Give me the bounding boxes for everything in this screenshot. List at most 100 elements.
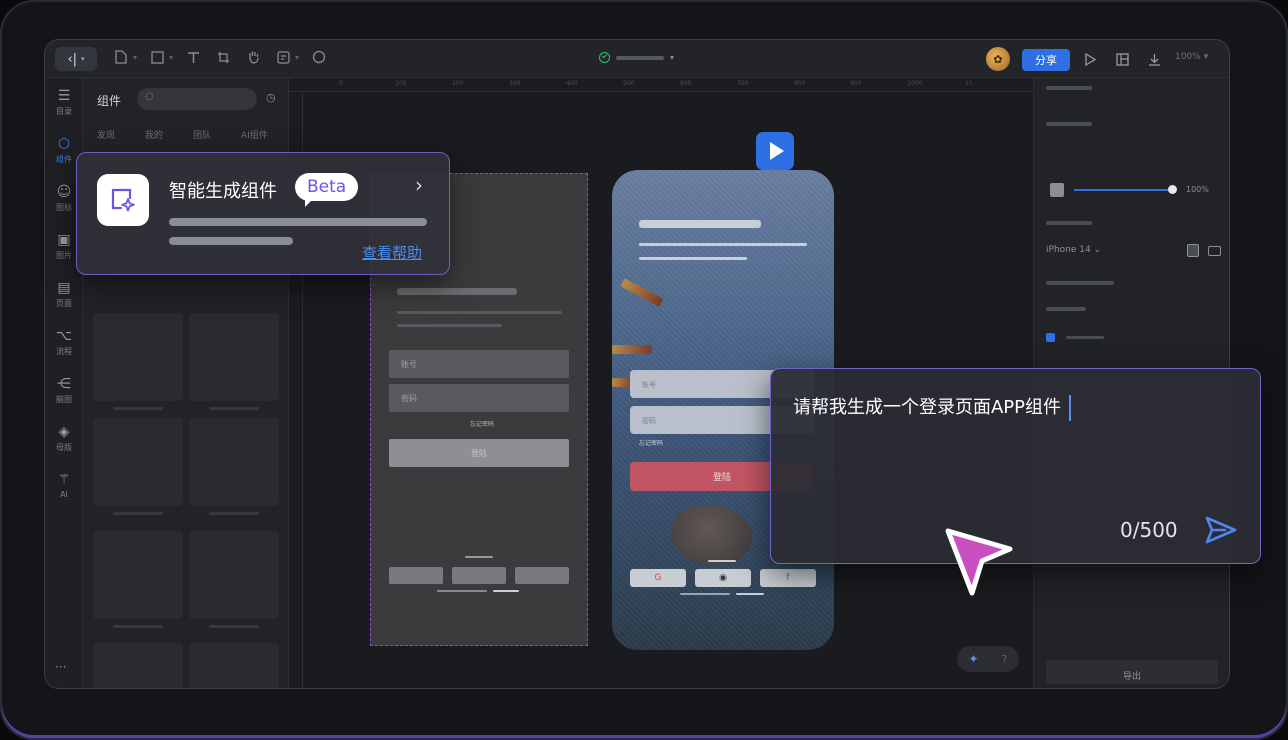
rail-label: 脑图 xyxy=(56,395,72,404)
rail-item-pages[interactable]: ▤ 页面 xyxy=(45,280,83,309)
master-icon: ◈ xyxy=(58,424,70,440)
document-name-placeholder xyxy=(616,55,664,60)
component-tool-icon[interactable] xyxy=(273,47,293,67)
rail-item-master[interactable]: ◈ 母版 xyxy=(45,424,83,453)
help-icon: ? xyxy=(1001,652,1008,666)
phone-bottom-line xyxy=(680,593,730,595)
share-button[interactable]: 分享 xyxy=(1022,49,1070,71)
component-tile[interactable] xyxy=(189,313,279,401)
component-caption xyxy=(209,512,259,515)
rail-label: AI xyxy=(60,490,68,499)
ruler-tick: 700 xyxy=(737,80,749,87)
send-button[interactable] xyxy=(1203,513,1239,547)
rail-label: 母版 xyxy=(56,443,72,452)
hand-tool-icon[interactable] xyxy=(243,47,263,67)
tab-mine[interactable]: 我的 xyxy=(145,128,193,141)
avatar[interactable]: ✿ xyxy=(986,47,1010,71)
chevron-right-icon[interactable]: › xyxy=(415,173,423,197)
wireframe-text-line xyxy=(397,311,562,314)
prompt-input[interactable]: 请帮我生成一个登录页面APP组件 xyxy=(793,393,1072,421)
comment-icon[interactable] xyxy=(309,47,329,67)
tab-team[interactable]: 团队 xyxy=(193,128,241,141)
beta-badge: Beta xyxy=(295,173,359,207)
ruler-tick: 300 xyxy=(509,80,521,87)
file-icon[interactable] xyxy=(111,47,131,67)
play-icon[interactable] xyxy=(1080,49,1100,69)
layout-icon[interactable] xyxy=(1112,49,1132,69)
export-button[interactable]: 导出 xyxy=(1046,660,1218,684)
phone-forgot-link[interactable]: 忘记密码 xyxy=(639,438,663,447)
search-input[interactable]: ○ xyxy=(137,88,257,110)
help-link[interactable]: 查看帮助 xyxy=(362,242,422,263)
preview-play-button[interactable] xyxy=(756,132,794,170)
wireframe-account-field[interactable]: 账号 xyxy=(389,350,569,378)
wireframe-social-button[interactable] xyxy=(452,567,506,584)
search-icon: ○ xyxy=(145,91,154,102)
device-select[interactable]: iPhone 14 ⌄ xyxy=(1046,245,1101,255)
facebook-login-button[interactable]: f xyxy=(760,569,816,587)
description-line xyxy=(169,237,293,245)
wireframe-divider xyxy=(465,556,493,558)
opacity-slider[interactable] xyxy=(1074,189,1172,191)
ruler-tick: 900 xyxy=(850,80,862,87)
tab-ai-components[interactable]: AI组件 xyxy=(241,128,289,141)
portrait-icon[interactable] xyxy=(1187,244,1199,257)
chevron-down-icon: ▾ xyxy=(169,52,174,62)
panel-tabs: 发现 我的 团队 AI组件 xyxy=(97,128,289,141)
back-button[interactable]: ‹| ▾ xyxy=(55,47,97,71)
save-status[interactable]: ▾ xyxy=(599,52,674,63)
checkbox[interactable] xyxy=(1046,333,1055,342)
magic-wand-icon: ⚚ xyxy=(57,472,71,488)
history-icon[interactable]: ◷ xyxy=(266,91,276,104)
opacity-slider-knob[interactable] xyxy=(1168,185,1177,194)
wireframe-password-field[interactable]: 密码 xyxy=(389,384,569,412)
download-icon[interactable] xyxy=(1144,49,1164,69)
component-tile[interactable] xyxy=(189,418,279,506)
component-tile[interactable] xyxy=(93,418,183,506)
google-login-button[interactable]: G xyxy=(630,569,686,587)
component-tile[interactable] xyxy=(93,313,183,401)
component-tile[interactable] xyxy=(93,531,183,619)
prop-placeholder xyxy=(1046,86,1092,90)
ruler-tick: 0 xyxy=(339,80,343,87)
wireframe-login-button[interactable]: 登陆 xyxy=(389,439,569,467)
github-login-button[interactable]: ◉ xyxy=(695,569,751,587)
chevron-down-icon: ▾ xyxy=(295,52,300,62)
opacity-value: 100% xyxy=(1186,185,1209,194)
facebook-icon: f xyxy=(786,573,790,583)
wireframe-social-button[interactable] xyxy=(515,567,569,584)
wireframe-forgot-link[interactable]: 忘记密码 xyxy=(470,419,494,428)
component-tile[interactable] xyxy=(189,643,279,688)
send-icon xyxy=(1205,516,1237,544)
crop-tool-icon[interactable] xyxy=(213,47,233,67)
phone-text-line xyxy=(639,257,747,260)
component-caption xyxy=(113,625,163,628)
landscape-icon[interactable] xyxy=(1208,246,1221,256)
rectangle-tool-icon[interactable] xyxy=(147,47,167,67)
component-tile[interactable] xyxy=(93,643,183,688)
rail-item-outline[interactable]: ☰ 目录 xyxy=(45,88,83,117)
rail-item-flow[interactable]: ⌥ 流程 xyxy=(45,328,83,357)
ruler-tick: 500 xyxy=(623,80,635,87)
text-tool-icon[interactable] xyxy=(183,47,203,67)
rail-label: 图标 xyxy=(56,203,72,212)
rail-item-ai[interactable]: ⚚ AI xyxy=(45,472,83,499)
page-icon: ▤ xyxy=(57,280,71,296)
prop-placeholder xyxy=(1046,307,1086,311)
component-tile[interactable] xyxy=(189,531,279,619)
smart-component-card[interactable]: 智能生成组件 Beta › 查看帮助 xyxy=(76,152,450,275)
back-label: ‹| xyxy=(67,51,78,67)
ai-assistant-toggle[interactable]: ✦ ? xyxy=(957,646,1019,672)
phone-divider xyxy=(708,560,736,562)
rail-item-mindmap[interactable]: ⋲ 脑图 xyxy=(45,376,83,405)
tab-discover[interactable]: 发现 xyxy=(97,128,145,141)
ruler-tick: 100 xyxy=(395,80,407,87)
more-icon[interactable]: ··· xyxy=(55,660,66,674)
zoom-select[interactable]: 100% ▾ xyxy=(1175,52,1208,62)
component-caption xyxy=(209,625,259,628)
character-counter: 0/500 xyxy=(1120,518,1178,542)
ai-component-icon xyxy=(97,174,149,226)
fill-color-swatch[interactable] xyxy=(1050,183,1064,197)
wireframe-social-button[interactable] xyxy=(389,567,443,584)
prop-placeholder xyxy=(1046,281,1114,285)
